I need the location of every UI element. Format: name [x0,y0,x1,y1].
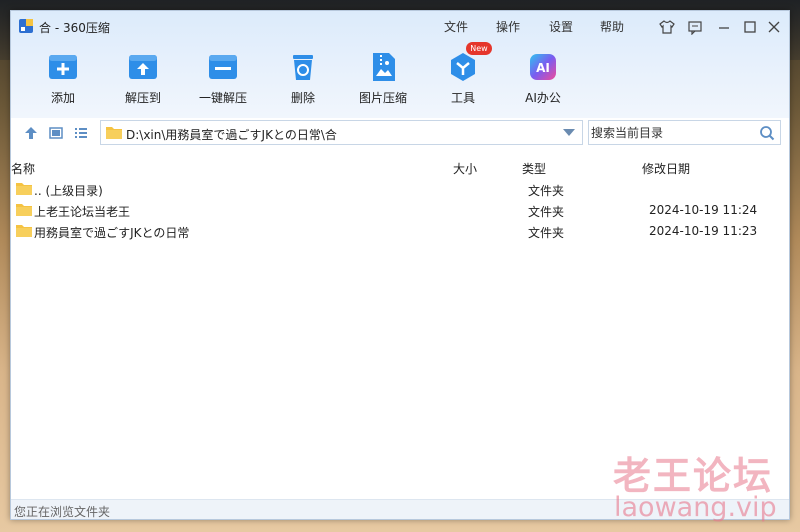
delete-label: 删除 [290,91,315,105]
image-compress-label: 图片压缩 [358,91,407,105]
up-arrow-icon[interactable] [23,125,39,141]
column-header-name[interactable]: 名称 [11,160,35,177]
address-path: D:\xin\用務員室で過ごすJKとの日常\合 [126,128,337,142]
one-click-extract-button[interactable]: 一键解压 [191,51,255,107]
watermark-url: laowang.vip [614,492,777,523]
file-row[interactable]: 上老王论坛当老王 文件夹 2024-10-19 11:24 [11,200,789,221]
search-box [588,120,781,145]
app-logo-icon [19,19,33,33]
menu-file[interactable]: 文件 [444,18,468,35]
folder-icon [16,204,32,216]
one-click-extract-icon [209,55,237,79]
file-name: .. (上级目录) [34,184,103,198]
menu-operation[interactable]: 操作 [496,18,520,35]
file-name: 上老王论坛当老王 [34,205,131,219]
file-row[interactable]: 用務員室で過ごすJKとの日常 文件夹 2024-10-19 11:23 [11,221,789,242]
folder-icon [106,127,122,139]
column-header-type[interactable]: 类型 [522,160,546,177]
add-button[interactable]: 添加 [31,51,95,107]
thumbnail-view-icon[interactable] [48,125,64,141]
file-name: 用務員室で過ごすJKとの日常 [34,226,190,240]
file-modified: 2024-10-19 11:23 [649,224,758,238]
feedback-icon[interactable] [687,19,703,35]
ai-icon-text: AI [536,61,550,75]
file-modified: 2024-10-19 11:24 [649,203,758,217]
window-title: 合 - 360压缩 [39,21,110,35]
menu-settings[interactable]: 设置 [549,18,573,35]
close-icon[interactable] [766,19,782,35]
status-text: 您正在浏览文件夹 [14,505,111,519]
list-view-icon[interactable] [73,125,89,141]
image-compress-button[interactable]: 图片压缩 [351,51,415,107]
app-window: 合 - 360压缩 文件 操作 设置 帮助 添加 解压到 一键解压 删除 图片压… [10,10,790,520]
search-icon[interactable] [759,125,775,141]
file-row-parent[interactable]: .. (上级目录) 文件夹 [11,179,789,200]
folder-icon [16,225,32,237]
tools-button[interactable]: 工具 [431,51,495,107]
delete-icon [293,55,313,80]
folder-icon [16,183,32,195]
menu-help[interactable]: 帮助 [600,18,624,35]
file-type: 文件夹 [528,184,565,198]
file-type: 文件夹 [528,226,565,240]
tools-label: 工具 [450,91,475,105]
titlebar: 合 - 360压缩 文件 操作 设置 帮助 [11,11,789,41]
skin-icon[interactable] [659,19,675,35]
column-header-modified[interactable]: 修改日期 [642,160,690,177]
extract-to-icon [129,55,157,79]
minimize-icon[interactable] [716,19,732,35]
chevron-down-icon[interactable] [563,129,575,136]
extract-to-button[interactable]: 解压到 [111,51,175,107]
maximize-icon[interactable] [742,19,758,35]
ai-office-label: AI办公 [525,91,561,105]
add-label: 添加 [50,91,75,105]
one-click-extract-label: 一键解压 [198,91,247,105]
add-icon [49,55,77,79]
ai-office-button[interactable]: AI AI办公 [511,51,575,107]
ai-office-icon: AI [530,54,556,80]
column-header-size[interactable]: 大小 [453,160,477,177]
tools-icon [451,53,475,81]
delete-button[interactable]: 删除 [271,51,335,107]
address-bar[interactable]: D:\xin\用務員室で過ごすJKとの日常\合 [100,120,583,145]
extract-to-label: 解压到 [124,91,161,105]
image-compress-icon [373,53,395,81]
new-badge: New [466,42,492,55]
file-type: 文件夹 [528,205,565,219]
search-input[interactable] [591,123,751,142]
